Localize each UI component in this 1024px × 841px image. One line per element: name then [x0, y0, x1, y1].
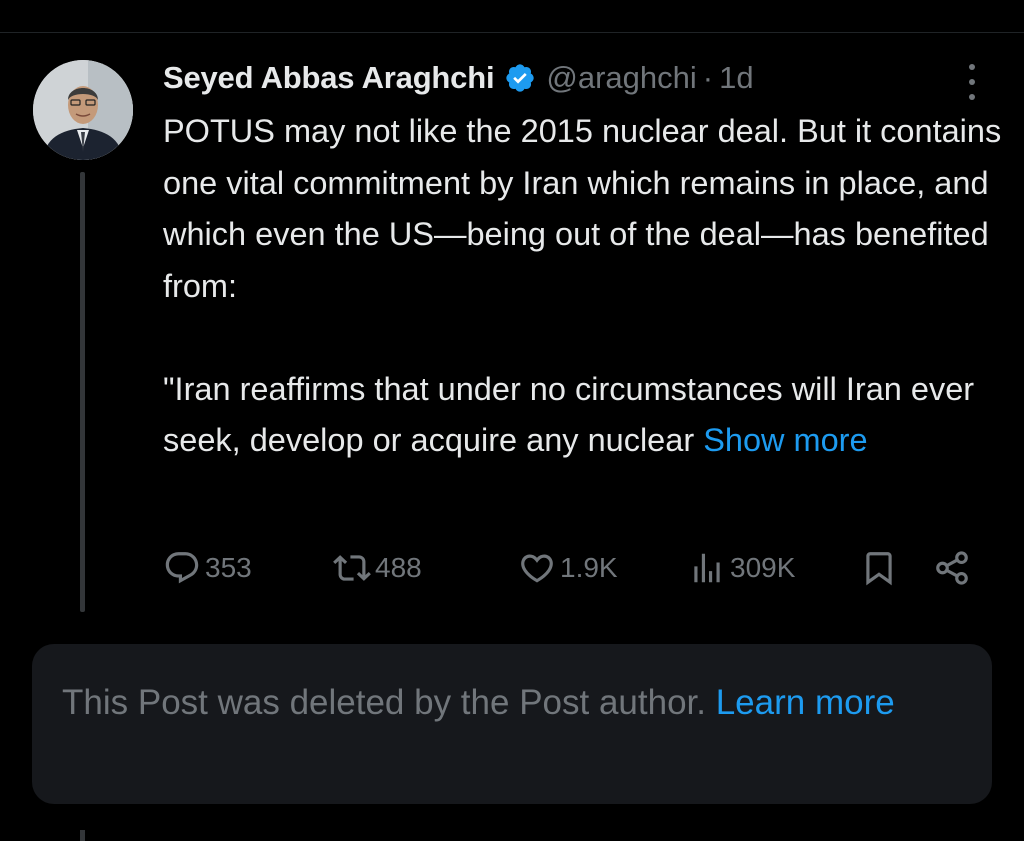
like-count: 1.9K — [560, 552, 618, 583]
bookmark-icon — [860, 549, 898, 587]
views-button[interactable]: 309K — [688, 548, 795, 588]
bookmark-button[interactable] — [860, 548, 898, 588]
avatar-photo — [33, 60, 133, 160]
show-more-link[interactable]: Show more — [703, 422, 867, 458]
reply-count: 353 — [205, 552, 252, 583]
post-paragraph-2: "Iran reaffirms that under no circumstan… — [163, 364, 1003, 467]
action-bar: 353 488 1.9K 309K — [163, 548, 983, 588]
repost-button[interactable]: 488 — [333, 548, 422, 588]
repost-icon — [333, 549, 371, 587]
post-text: POTUS may not like the 2015 nuclear deal… — [163, 106, 1003, 467]
views-count: 309K — [730, 552, 796, 583]
learn-more-link[interactable]: Learn more — [716, 683, 895, 722]
deleted-post-notice: This Post was deleted by the Post author… — [32, 644, 992, 804]
share-icon — [933, 549, 971, 587]
post-paragraph-1: POTUS may not like the 2015 nuclear deal… — [163, 113, 1002, 304]
deleted-notice-text: This Post was deleted by the Post author… — [62, 683, 706, 722]
reply-button[interactable]: 353 — [163, 548, 252, 588]
separator-dot: · — [702, 60, 714, 95]
share-button[interactable] — [933, 548, 971, 588]
post-header: Seyed Abbas Araghchi @araghchi · 1d — [163, 56, 754, 100]
like-button[interactable]: 1.9K — [518, 548, 618, 588]
author-handle[interactable]: @araghchi — [546, 60, 696, 96]
post-time[interactable]: 1d — [719, 60, 753, 96]
views-chart-icon — [688, 549, 726, 587]
top-divider — [0, 32, 1024, 33]
author-name[interactable]: Seyed Abbas Araghchi — [163, 60, 495, 96]
repost-count: 488 — [375, 552, 422, 583]
heart-icon — [518, 549, 556, 587]
avatar[interactable] — [33, 60, 133, 160]
more-options-icon[interactable] — [962, 64, 982, 100]
thread-line-continued — [80, 830, 85, 841]
thread-line — [80, 172, 85, 612]
verified-badge-icon[interactable] — [504, 62, 536, 94]
reply-icon — [163, 549, 201, 587]
